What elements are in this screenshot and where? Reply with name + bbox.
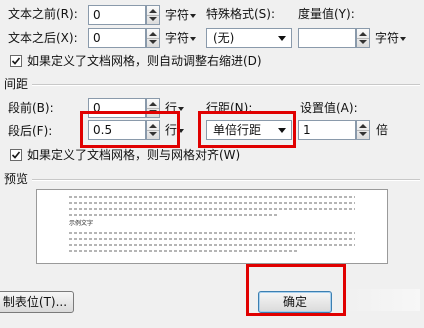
chevron-down-icon xyxy=(278,36,286,41)
measure-spinner[interactable] xyxy=(356,28,370,48)
after-text-label: 文本之后(X): xyxy=(8,31,78,45)
measure-label: 度量值(Y): xyxy=(298,7,355,21)
space-before-label: 段前(B): xyxy=(8,101,54,115)
before-text-unit-dropdown[interactable]: 字符 xyxy=(165,7,197,23)
preview-text-line xyxy=(69,244,355,246)
auto-indent-checkbox[interactable] xyxy=(10,55,22,67)
measure-unit-label: 字符 xyxy=(375,31,400,45)
set-value-label: 设置值(A): xyxy=(300,101,358,115)
preview-pane: 示例文字 xyxy=(36,189,388,264)
set-value-spinner[interactable] xyxy=(356,120,370,140)
preview-text-line xyxy=(69,238,355,240)
after-text-spinner[interactable] xyxy=(146,28,160,48)
spacing-section-title: 间距 xyxy=(4,77,29,91)
chevron-down-icon xyxy=(190,13,197,18)
after-text-unit-dropdown[interactable]: 字符 xyxy=(165,30,197,46)
preview-text-line xyxy=(69,202,355,204)
after-text-input[interactable]: 0 xyxy=(88,28,146,48)
chevron-down-icon xyxy=(400,36,407,41)
checkmark-icon xyxy=(11,57,21,65)
chevron-down-icon xyxy=(190,36,197,41)
preview-text-line xyxy=(69,208,355,210)
before-text-input[interactable]: 0 xyxy=(88,5,146,25)
set-value-input[interactable]: 1 xyxy=(298,120,356,140)
special-format-label: 特殊格式(S): xyxy=(206,7,276,21)
before-text-spinner[interactable] xyxy=(146,5,160,25)
line-spacing-highlight xyxy=(198,111,296,148)
before-text-unit-label: 字符 xyxy=(165,8,190,22)
preview-sample-text: 示例文字 xyxy=(69,220,94,227)
special-format-value: (无) xyxy=(213,31,235,45)
preview-text-line xyxy=(69,232,355,234)
space-after-label: 段后(F): xyxy=(8,124,53,138)
measure-unit-dropdown[interactable]: 字符 xyxy=(375,30,407,46)
watermark-fade xyxy=(342,289,420,311)
ok-button-highlight xyxy=(246,264,346,316)
preview-text-line xyxy=(69,196,355,198)
snap-to-grid-checkbox-label[interactable]: 如果定义了文档网格，则与网格对齐(W) xyxy=(27,147,240,163)
preview-section-title: 预览 xyxy=(4,172,29,186)
tabs-button[interactable]: 制表位(T)... xyxy=(0,291,74,313)
spacing-divider xyxy=(32,84,420,86)
set-value-unit: 倍 xyxy=(376,123,389,137)
special-format-select[interactable]: (无) xyxy=(206,28,292,48)
snap-to-grid-checkbox[interactable] xyxy=(10,149,22,161)
preview-divider xyxy=(32,179,420,181)
preview-text-line xyxy=(69,214,279,216)
preview-text-line xyxy=(69,250,299,252)
chevron-down-icon xyxy=(178,106,185,111)
checkmark-icon xyxy=(11,151,21,159)
before-text-label: 文本之前(R): xyxy=(8,7,78,21)
measure-input[interactable] xyxy=(298,28,356,48)
space-after-highlight xyxy=(80,111,180,148)
auto-indent-checkbox-label[interactable]: 如果定义了文档网格，则自动调整右缩进(D) xyxy=(27,53,262,69)
after-text-unit-label: 字符 xyxy=(165,31,190,45)
